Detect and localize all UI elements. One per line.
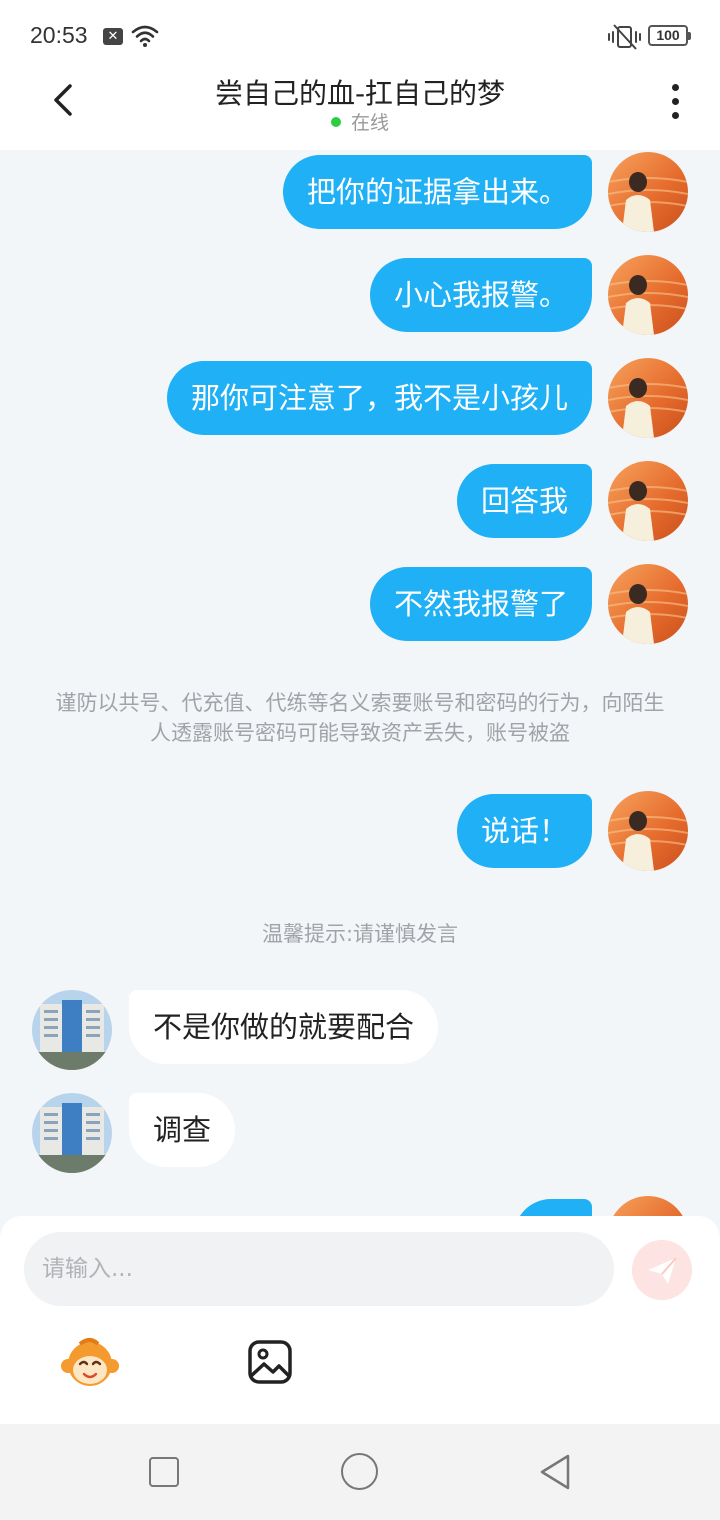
triangle-back-icon[interactable] (538, 1453, 572, 1491)
system-nav-bar (0, 1424, 720, 1520)
message-bubble-out[interactable]: 小心我报警。 (369, 258, 592, 332)
online-dot-icon (330, 116, 341, 127)
online-status-label: 在线 (350, 112, 389, 134)
battery-icon: 100 (648, 25, 691, 46)
contact-avatar[interactable] (32, 990, 112, 1070)
message-row: 把你的证据拿出来。 (0, 152, 720, 232)
close-box-icon: ✕ (103, 28, 123, 45)
my-avatar[interactable] (608, 564, 688, 644)
message-bubble-out[interactable]: 回答我 (456, 464, 592, 538)
message-bubble-out[interactable]: 不然我报警了 (369, 567, 592, 641)
circle-home-icon[interactable] (341, 1453, 378, 1490)
caution-tip: 温馨提示:请谨慎发言 (261, 922, 459, 946)
more-options-icon[interactable] (664, 80, 688, 124)
message-row: 不是你做的就要配合 (0, 990, 720, 1070)
battery-level: 100 (656, 27, 680, 43)
online-status: 在线 (0, 108, 720, 135)
message-list[interactable]: 把你的证据拿出来。 小心我报警。 那你可注意了，我不是小孩儿 回答我 不然我报警… (0, 150, 720, 1220)
vibrate-mute-icon (608, 24, 641, 50)
message-bubble-in[interactable]: 调查 (129, 1093, 236, 1167)
wifi-icon (131, 25, 159, 47)
chat-header: 尝自己的血-扛自己的梦 在线 (0, 72, 720, 150)
status-bar: 20:53 ✕ 100 (0, 0, 720, 72)
contact-avatar[interactable] (32, 1093, 112, 1173)
message-row: 说话！ (0, 791, 720, 871)
message-row: 调查 (0, 1093, 720, 1173)
message-row: 小心我报警。 (0, 255, 720, 335)
message-input[interactable] (24, 1232, 614, 1306)
my-avatar[interactable] (608, 255, 688, 335)
message-row: 不然我报警了 (0, 564, 720, 644)
input-panel (0, 1216, 720, 1424)
chat-title: 尝自己的血-扛自己的梦 (214, 77, 506, 110)
message-bubble-out[interactable]: 那你可注意了，我不是小孩儿 (166, 361, 592, 435)
my-avatar[interactable] (608, 152, 688, 232)
square-recent-icon[interactable] (149, 1457, 179, 1487)
message-bubble-out[interactable]: 说话！ (456, 794, 592, 868)
message-bubble-in[interactable]: 不是你做的就要配合 (129, 990, 439, 1064)
my-avatar[interactable] (608, 358, 688, 438)
my-avatar[interactable] (608, 791, 688, 871)
message-bubble-out[interactable]: 把你的证据拿出来。 (282, 155, 592, 229)
status-time: 20:53 (30, 22, 88, 48)
monkey-emoji-icon[interactable] (60, 1336, 120, 1392)
message-row: 那你可注意了，我不是小孩儿 (0, 358, 720, 438)
my-avatar[interactable] (608, 461, 688, 541)
message-row: 回答我 (0, 461, 720, 541)
security-warning: 谨防以共号、代充值、代练等名义索要账号和密码的行为，向陌生人透露账号密码可能导致… (55, 691, 665, 745)
paper-plane-icon[interactable] (632, 1240, 692, 1300)
image-icon[interactable] (246, 1338, 294, 1386)
